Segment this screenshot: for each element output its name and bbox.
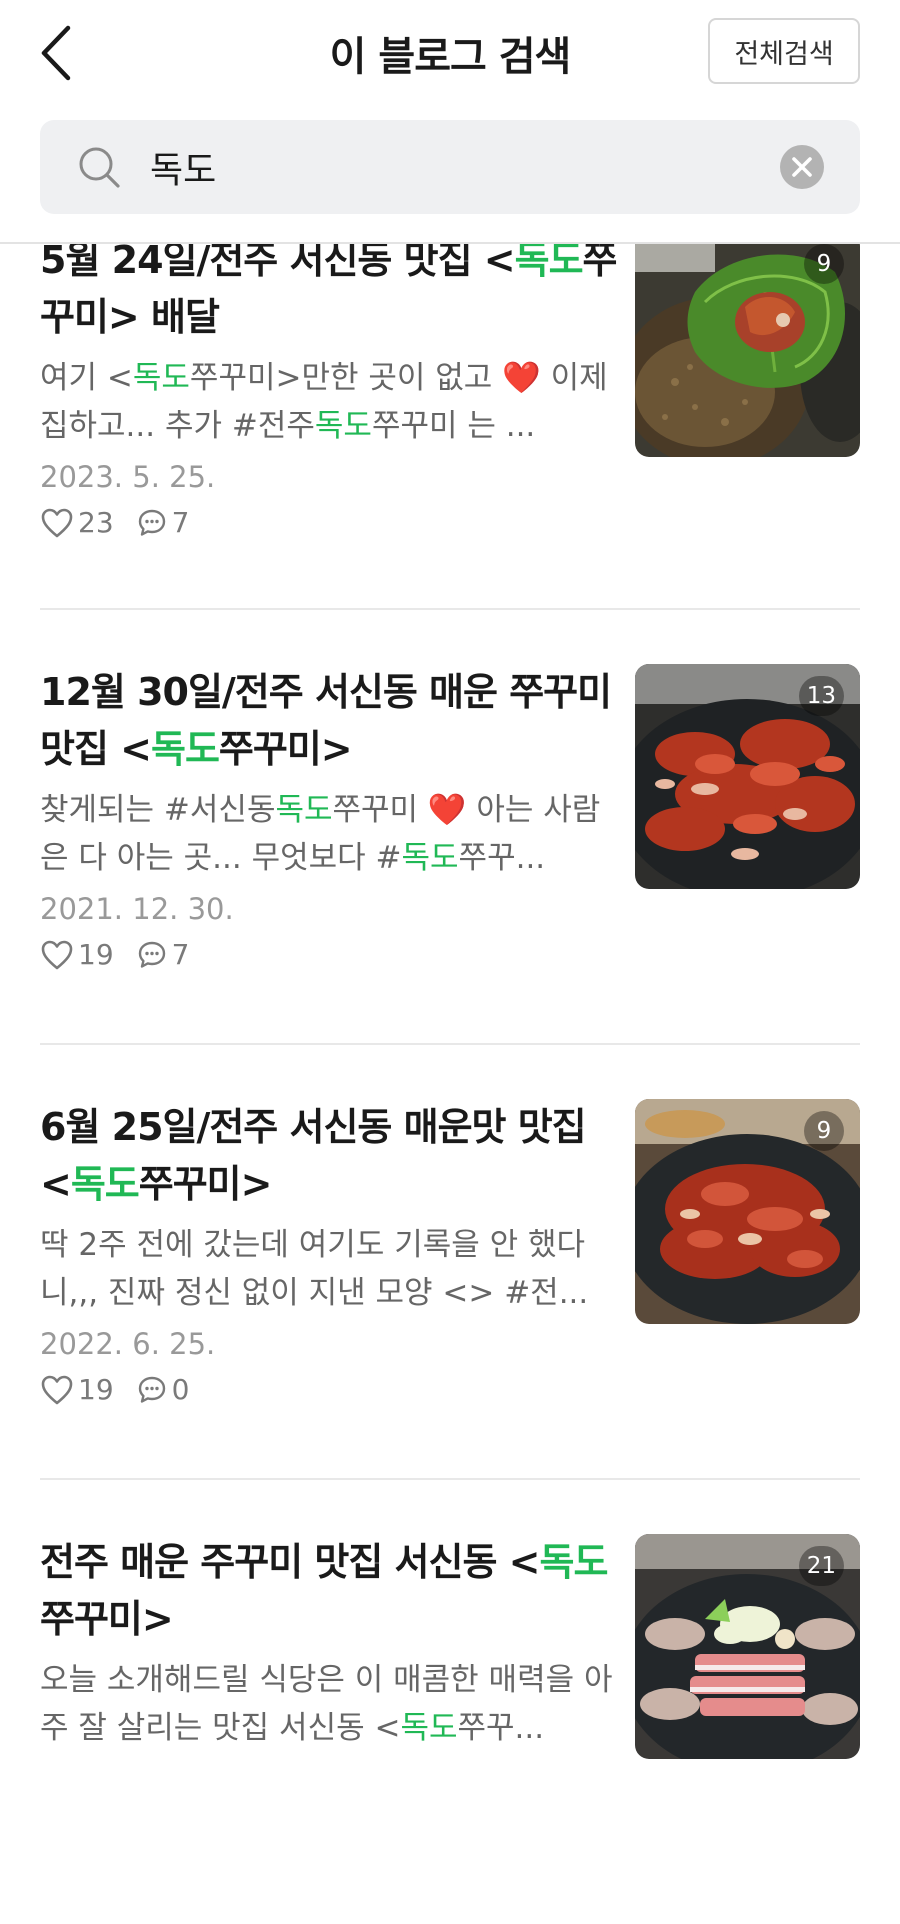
- like-count: 19: [78, 938, 114, 971]
- keyword-highlight: 독도: [514, 238, 584, 282]
- divider: [40, 1478, 860, 1480]
- keyword-highlight: 독도: [314, 408, 372, 444]
- keyword-highlight: 독도: [70, 1162, 140, 1206]
- photo-count-badge: 9: [804, 1111, 844, 1151]
- result-meta: 19 0: [40, 1373, 189, 1406]
- result-date: 2021. 12. 30.: [40, 892, 234, 926]
- result-title[interactable]: 전주 매운 주꾸미 맛집 서신동 <독도쭈꾸미>: [40, 1534, 620, 1648]
- result-thumbnail[interactable]: 13: [635, 664, 860, 889]
- comment-count: 7: [171, 938, 190, 971]
- result-date: 2023. 5. 25.: [40, 460, 216, 494]
- keyword-highlight: 독도: [132, 360, 190, 396]
- comment-icon[interactable]: [136, 939, 168, 971]
- keyword-highlight: 독도: [401, 840, 459, 876]
- result-item-4[interactable]: 전주 매운 주꾸미 맛집 서신동 <독도쭈꾸미> 오늘 소개해드릴 식당은 이 …: [40, 1534, 860, 1924]
- result-thumbnail[interactable]: 21: [635, 1534, 860, 1759]
- comment-count: 7: [171, 506, 190, 539]
- result-date: 2022. 6. 25.: [40, 1327, 216, 1361]
- divider: [40, 1043, 860, 1045]
- result-item-2[interactable]: 12월 30일/전주 서신동 매운 쭈꾸미 맛집 <독도쭈꾸미> 찾게되는 #서…: [40, 664, 860, 1054]
- text-segment: 여기 <: [40, 360, 133, 396]
- comment-icon[interactable]: [136, 507, 168, 539]
- result-thumbnail[interactable]: 9: [635, 1099, 860, 1324]
- keyword-highlight: 독도: [275, 792, 333, 828]
- clear-search-button[interactable]: [780, 145, 824, 189]
- heart-icon[interactable]: [40, 1374, 74, 1406]
- text-segment: 찾게되는 #서신동: [40, 792, 276, 828]
- text-segment: 딱 2주 전에 갔는데 여기도 기록을 안 했다니,,, 진짜 정신 없이 지낸…: [40, 1227, 589, 1311]
- text-segment: 쭈꾸미 는 ...: [371, 408, 536, 444]
- result-thumbnail[interactable]: 9: [635, 232, 860, 457]
- result-title[interactable]: 6월 25일/전주 서신동 매운맛 맛집 <독도쭈꾸미>: [40, 1099, 620, 1213]
- result-snippet: 오늘 소개해드릴 식당은 이 매콤한 매력을 아주 잘 살리는 맛집 서신동 <…: [40, 1656, 620, 1752]
- divider: [40, 608, 860, 610]
- result-meta: 23 7: [40, 506, 189, 539]
- keyword-highlight: 독도: [400, 1710, 458, 1746]
- search-bar: [40, 120, 860, 214]
- result-snippet: 딱 2주 전에 갔는데 여기도 기록을 안 했다니,,, 진짜 정신 없이 지낸…: [40, 1221, 620, 1317]
- text-segment: 5월 24일/전주 서신동 맛집 <: [40, 238, 516, 282]
- comment-count: 0: [171, 1373, 190, 1406]
- comment-icon[interactable]: [136, 1374, 168, 1406]
- text-segment: 쭈꾸...: [458, 840, 546, 876]
- global-search-button[interactable]: 전체검색: [708, 18, 860, 84]
- photo-count-badge: 13: [798, 676, 844, 716]
- heart-icon[interactable]: [40, 939, 74, 971]
- result-title[interactable]: 12월 30일/전주 서신동 매운 쭈꾸미 맛집 <독도쭈꾸미>: [40, 664, 620, 778]
- text-segment: 쭈꾸미>: [218, 727, 353, 771]
- photo-count-badge: 21: [798, 1546, 844, 1586]
- like-count: 19: [78, 1373, 114, 1406]
- search-input[interactable]: [150, 120, 710, 214]
- text-segment: 쭈꾸...: [457, 1710, 545, 1746]
- result-meta: 19 7: [40, 938, 189, 971]
- text-segment: 쭈꾸미>: [40, 1597, 174, 1641]
- result-snippet: 여기 <독도쭈꾸미>만한 곳이 없고 ❤️ 이제 집하고... 추가 #전주독도…: [40, 354, 620, 450]
- result-item-3[interactable]: 6월 25일/전주 서신동 매운맛 맛집 <독도쭈꾸미> 딱 2주 전에 갔는데…: [40, 1099, 860, 1489]
- search-icon: [79, 147, 120, 188]
- photo-count-badge: 9: [804, 244, 844, 284]
- text-segment: 전주 매운 주꾸미 맛집 서신동 <: [40, 1540, 541, 1584]
- heart-icon[interactable]: [40, 507, 74, 539]
- result-snippet: 찾게되는 #서신동독도쭈꾸미 ❤️ 아는 사람은 다 아는 곳... 무엇보다 …: [40, 786, 620, 882]
- result-item-1[interactable]: 5월 24일/전주 서신동 맛집 <독도쭈꾸미> 배달 여기 <독도쭈꾸미>만한…: [40, 232, 860, 622]
- text-segment: 쭈꾸미>: [138, 1162, 273, 1206]
- like-count: 23: [78, 506, 114, 539]
- keyword-highlight: 독도: [151, 727, 220, 771]
- result-title[interactable]: 5월 24일/전주 서신동 맛집 <독도쭈꾸미> 배달: [40, 232, 620, 346]
- keyword-highlight: 독도: [539, 1540, 609, 1584]
- header: 이 블로그 검색 전체검색: [0, 0, 900, 244]
- close-icon: [792, 157, 812, 177]
